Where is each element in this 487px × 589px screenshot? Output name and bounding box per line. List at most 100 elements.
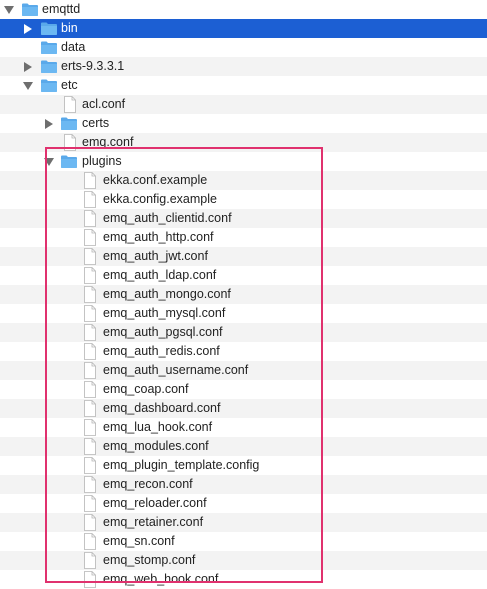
file-icon bbox=[81, 399, 99, 418]
file-icon bbox=[81, 266, 99, 285]
plugin-file-row[interactable]: emq_auth_redis.conf bbox=[0, 342, 487, 361]
plugin-file-row[interactable]: emq_auth_ldap.conf bbox=[0, 266, 487, 285]
plugin-file-row[interactable]: emq_modules.conf bbox=[0, 437, 487, 456]
tree-row-label: emq_coap.conf bbox=[103, 382, 189, 396]
tree-row-acl-conf[interactable]: acl.conf bbox=[0, 95, 487, 114]
plugin-file-row[interactable]: emq_auth_username.conf bbox=[0, 361, 487, 380]
tree-row-label: emq_auth_redis.conf bbox=[103, 344, 220, 358]
tree-row-bin[interactable]: bin bbox=[0, 19, 487, 38]
file-tree: emqttd bin data erts-9.3.3.1 etc acl.con… bbox=[0, 0, 487, 589]
plugin-file-row[interactable]: emq_web_hook.conf bbox=[0, 570, 487, 589]
disclosure-collapsed-icon[interactable] bbox=[22, 57, 34, 76]
file-icon bbox=[61, 95, 79, 114]
tree-row-label: emq.conf bbox=[82, 135, 134, 149]
file-icon bbox=[81, 304, 99, 323]
file-icon bbox=[81, 342, 99, 361]
plugin-file-row[interactable]: emq_dashboard.conf bbox=[0, 399, 487, 418]
file-icon bbox=[81, 494, 99, 513]
tree-row-label: etc bbox=[61, 78, 78, 92]
file-icon bbox=[81, 380, 99, 399]
file-icon bbox=[81, 323, 99, 342]
file-icon bbox=[81, 456, 99, 475]
tree-row-label: certs bbox=[82, 116, 110, 130]
file-icon bbox=[81, 475, 99, 494]
file-icon bbox=[81, 570, 99, 589]
tree-row-label: emq_dashboard.conf bbox=[103, 401, 221, 415]
tree-row-label: emq_auth_clientid.conf bbox=[103, 211, 232, 225]
file-icon bbox=[81, 171, 99, 190]
plugin-file-row[interactable]: emq_auth_jwt.conf bbox=[0, 247, 487, 266]
folder-icon bbox=[40, 76, 58, 95]
plugin-file-row[interactable]: emq_stomp.conf bbox=[0, 551, 487, 570]
plugin-file-row[interactable]: emq_auth_http.conf bbox=[0, 228, 487, 247]
tree-row-label: emq_auth_jwt.conf bbox=[103, 249, 208, 263]
plugin-file-row[interactable]: emq_coap.conf bbox=[0, 380, 487, 399]
tree-row-label: emq_web_hook.conf bbox=[103, 572, 219, 586]
file-icon bbox=[81, 437, 99, 456]
plugin-file-row[interactable]: emq_retainer.conf bbox=[0, 513, 487, 532]
tree-row-label: emq_stomp.conf bbox=[103, 553, 196, 567]
folder-icon bbox=[60, 114, 78, 133]
plugin-file-row[interactable]: emq_plugin_template.config bbox=[0, 456, 487, 475]
tree-row-label: erts-9.3.3.1 bbox=[61, 59, 125, 73]
tree-row-label: emq_auth_pgsql.conf bbox=[103, 325, 223, 339]
disclosure-collapsed-icon[interactable] bbox=[22, 19, 34, 38]
folder-icon bbox=[40, 38, 58, 57]
tree-row-label: emq_sn.conf bbox=[103, 534, 175, 548]
folder-icon bbox=[40, 19, 58, 38]
tree-row-etc[interactable]: etc bbox=[0, 76, 487, 95]
folder-icon bbox=[21, 0, 39, 19]
plugins-file-list: ekka.conf.example ekka.config.example emq_… bbox=[0, 171, 487, 589]
file-icon bbox=[81, 209, 99, 228]
plugin-file-row[interactable]: emq_sn.conf bbox=[0, 532, 487, 551]
file-icon bbox=[81, 228, 99, 247]
tree-row-emqttd[interactable]: emqttd bbox=[0, 0, 487, 19]
tree-row-label: ekka.conf.example bbox=[103, 173, 208, 187]
tree-row-label: emq_modules.conf bbox=[103, 439, 209, 453]
file-icon bbox=[81, 247, 99, 266]
plugin-file-row[interactable]: emq_auth_mongo.conf bbox=[0, 285, 487, 304]
plugin-file-row[interactable]: ekka.conf.example bbox=[0, 171, 487, 190]
tree-row-label: data bbox=[61, 40, 86, 54]
tree-row-label: emqttd bbox=[42, 2, 81, 16]
plugin-file-row[interactable]: ekka.config.example bbox=[0, 190, 487, 209]
disclosure-expanded-icon[interactable] bbox=[43, 152, 55, 171]
tree-row-plugins[interactable]: plugins bbox=[0, 152, 487, 171]
tree-row-label: ekka.config.example bbox=[103, 192, 217, 206]
disclosure-expanded-icon[interactable] bbox=[3, 0, 15, 19]
plugin-file-row[interactable]: emq_reloader.conf bbox=[0, 494, 487, 513]
tree-row-label: acl.conf bbox=[82, 97, 126, 111]
tree-row-emq-conf[interactable]: emq.conf bbox=[0, 133, 487, 152]
tree-row-label: emq_auth_mongo.conf bbox=[103, 287, 231, 301]
tree-row-label: emq_auth_ldap.conf bbox=[103, 268, 217, 282]
tree-row-label: emq_retainer.conf bbox=[103, 515, 204, 529]
tree-row-label: emq_plugin_template.config bbox=[103, 458, 260, 472]
plugin-file-row[interactable]: emq_auth_pgsql.conf bbox=[0, 323, 487, 342]
tree-row-label: emq_recon.conf bbox=[103, 477, 193, 491]
tree-row-certs[interactable]: certs bbox=[0, 114, 487, 133]
file-icon bbox=[81, 361, 99, 380]
tree-row-erts[interactable]: erts-9.3.3.1 bbox=[0, 57, 487, 76]
folder-icon bbox=[60, 152, 78, 171]
tree-row-data[interactable]: data bbox=[0, 38, 487, 57]
plugin-file-row[interactable]: emq_auth_clientid.conf bbox=[0, 209, 487, 228]
file-icon bbox=[81, 285, 99, 304]
file-icon bbox=[81, 532, 99, 551]
folder-icon bbox=[40, 57, 58, 76]
tree-row-label: emq_auth_http.conf bbox=[103, 230, 214, 244]
tree-row-label: emq_auth_username.conf bbox=[103, 363, 249, 377]
file-icon bbox=[81, 190, 99, 209]
tree-row-label: emq_lua_hook.conf bbox=[103, 420, 213, 434]
tree-row-label: emq_auth_mysql.conf bbox=[103, 306, 226, 320]
file-icon bbox=[81, 551, 99, 570]
file-icon bbox=[61, 133, 79, 152]
disclosure-collapsed-icon[interactable] bbox=[43, 114, 55, 133]
plugin-file-row[interactable]: emq_auth_mysql.conf bbox=[0, 304, 487, 323]
disclosure-expanded-icon[interactable] bbox=[22, 76, 34, 95]
tree-row-label: plugins bbox=[82, 154, 122, 168]
plugin-file-row[interactable]: emq_lua_hook.conf bbox=[0, 418, 487, 437]
tree-row-label: bin bbox=[61, 21, 78, 35]
plugin-file-row[interactable]: emq_recon.conf bbox=[0, 475, 487, 494]
file-icon bbox=[81, 513, 99, 532]
tree-row-label: emq_reloader.conf bbox=[103, 496, 207, 510]
